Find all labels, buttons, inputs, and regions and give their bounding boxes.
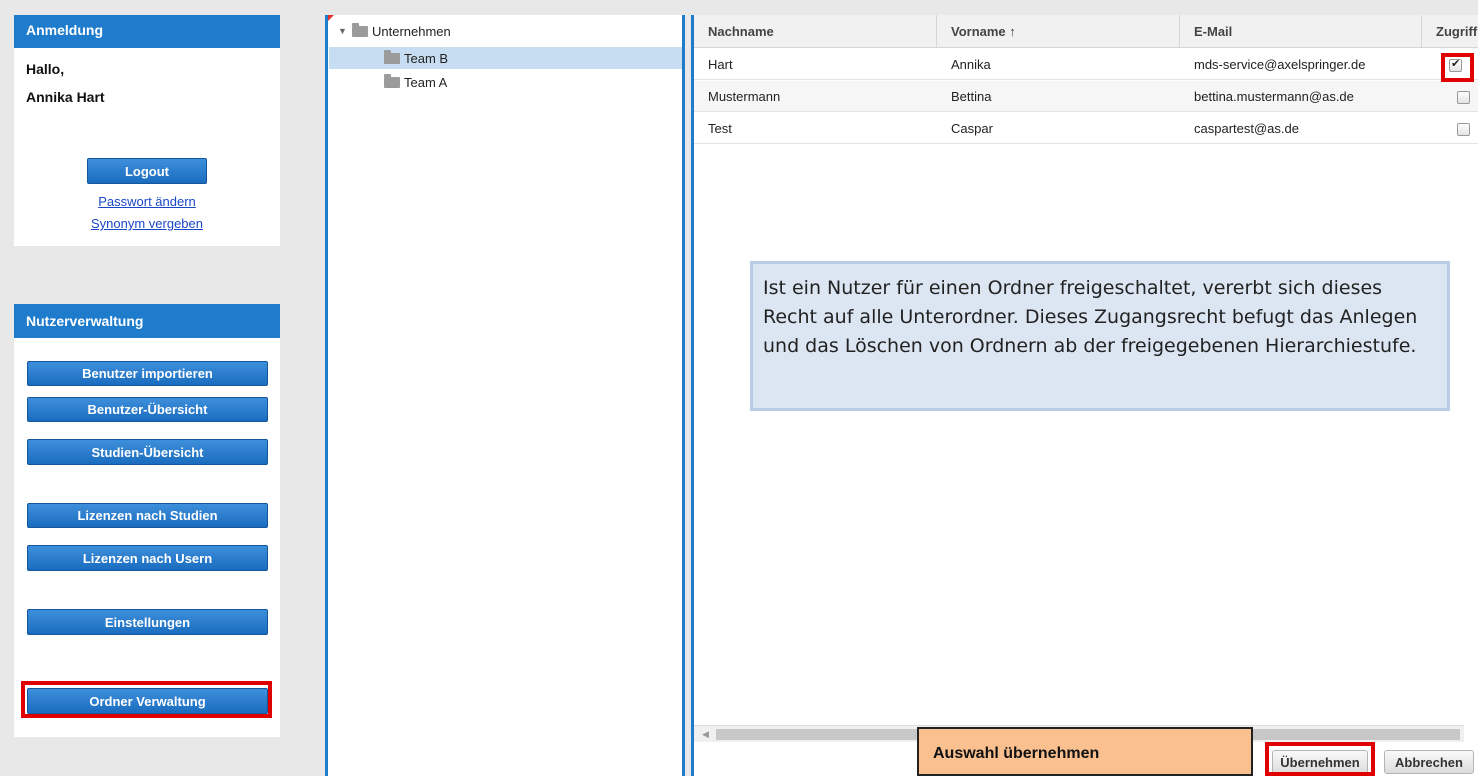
user-admin-panel: Benutzer importieren Benutzer-Übersicht … bbox=[14, 338, 280, 737]
import-users-button[interactable]: Benutzer importieren bbox=[27, 361, 268, 386]
settings-button[interactable]: Einstellungen bbox=[27, 609, 268, 635]
tree-node-root[interactable]: ▼ Unternehmen bbox=[338, 21, 451, 41]
login-panel: Hallo, Annika Hart Logout Passwort änder… bbox=[14, 48, 280, 246]
cell-email: bettina.mustermann@as.de bbox=[1194, 89, 1354, 104]
tree-node-label: Team A bbox=[404, 74, 448, 90]
tree-node-label: Team B bbox=[404, 50, 449, 66]
annotation-label: Auswahl übernehmen bbox=[917, 727, 1253, 776]
change-password-link[interactable]: Passwort ändern bbox=[14, 194, 280, 209]
folder-icon bbox=[384, 49, 400, 64]
cell-vorname: Annika bbox=[951, 57, 991, 72]
login-panel-title: Anmeldung bbox=[26, 22, 103, 38]
cell-nachname: Hart bbox=[708, 57, 733, 72]
tree-node-team-a[interactable]: Team A bbox=[384, 72, 447, 92]
tree-node-label: Unternehmen bbox=[372, 23, 451, 39]
access-checkbox[interactable] bbox=[1457, 91, 1470, 104]
cell-nachname: Test bbox=[708, 121, 732, 136]
folder-tree-panel: ▼ Unternehmen Team B Team A bbox=[325, 15, 685, 776]
column-header-nachname[interactable]: Nachname bbox=[694, 15, 937, 48]
user-admin-header: Nutzerverwaltung bbox=[14, 304, 280, 338]
licenses-by-study-button[interactable]: Lizenzen nach Studien bbox=[27, 503, 268, 528]
checkbox-highlight bbox=[1441, 53, 1474, 82]
folder-management-highlight bbox=[21, 681, 272, 718]
cancel-button[interactable]: Abbrechen bbox=[1384, 750, 1474, 774]
folder-icon bbox=[352, 22, 368, 37]
table-row[interactable]: Mustermann Bettina bettina.mustermann@as… bbox=[694, 81, 1478, 112]
apply-button-highlight bbox=[1265, 742, 1375, 776]
user-overview-button[interactable]: Benutzer-Übersicht bbox=[27, 397, 268, 422]
table-row[interactable]: Hart Annika mds-service@axelspringer.de bbox=[694, 49, 1478, 80]
assign-synonym-link[interactable]: Synonym vergeben bbox=[14, 216, 280, 231]
login-panel-header: Anmeldung bbox=[14, 15, 280, 48]
user-admin-title: Nutzerverwaltung bbox=[26, 313, 144, 329]
folder-icon bbox=[384, 73, 400, 88]
access-checkbox[interactable] bbox=[1457, 123, 1470, 136]
column-header-zugriff[interactable]: Zugriff bbox=[1422, 15, 1478, 48]
cell-email: mds-service@axelspringer.de bbox=[1194, 57, 1366, 72]
licenses-by-user-button[interactable]: Lizenzen nach Usern bbox=[27, 545, 268, 571]
tree-corner-marker bbox=[328, 15, 334, 21]
table-row[interactable]: Test Caspar caspartest@as.de bbox=[694, 113, 1478, 144]
tree-node-selected-bg bbox=[329, 47, 682, 69]
info-callout: Ist ein Nutzer für einen Ordner freigesc… bbox=[750, 261, 1450, 411]
study-overview-button[interactable]: Studien-Übersicht bbox=[27, 439, 268, 465]
column-header-email[interactable]: E-Mail bbox=[1180, 15, 1422, 48]
grid-header: Nachname Vorname ↑ E-Mail Zugriff bbox=[694, 15, 1478, 48]
user-name: Annika Hart bbox=[26, 89, 105, 105]
greeting-text: Hallo, bbox=[26, 61, 65, 77]
scroll-left-icon[interactable]: ◀ bbox=[702, 726, 709, 743]
expand-triangle-icon[interactable]: ▼ bbox=[338, 26, 347, 36]
cell-vorname: Caspar bbox=[951, 121, 993, 136]
tree-node-team-b[interactable]: Team B bbox=[384, 48, 448, 68]
cell-nachname: Mustermann bbox=[708, 89, 781, 104]
logout-button[interactable]: Logout bbox=[87, 158, 207, 184]
cell-email: caspartest@as.de bbox=[1194, 121, 1299, 136]
column-header-vorname[interactable]: Vorname ↑ bbox=[937, 15, 1180, 48]
cell-vorname: Bettina bbox=[951, 89, 992, 104]
